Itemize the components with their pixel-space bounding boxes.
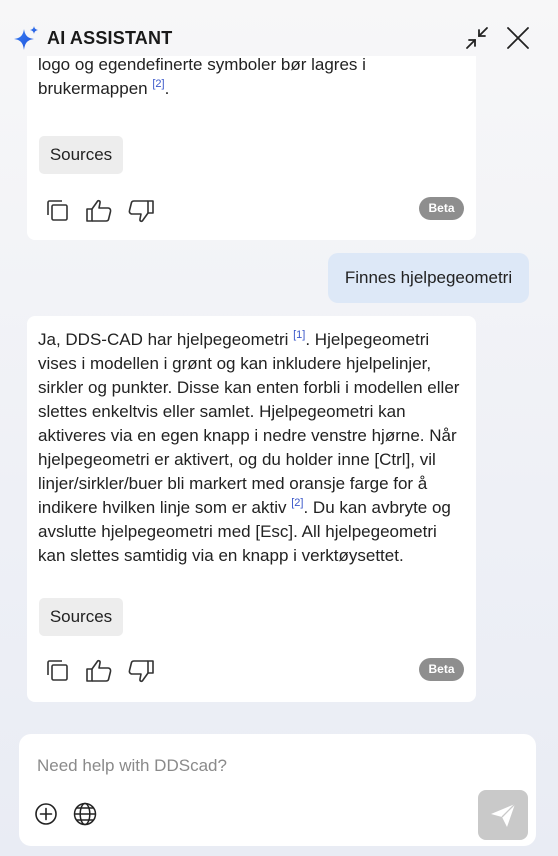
copy-button[interactable] bbox=[43, 196, 73, 226]
assistant-message: Ja, DDS-CAD har hjelpegeometri [1]. Hjel… bbox=[27, 316, 476, 702]
sources-button[interactable]: Sources bbox=[39, 598, 123, 636]
beta-badge: Beta bbox=[419, 197, 464, 220]
sources-button[interactable]: Sources bbox=[39, 136, 123, 174]
assistant-message: tittelblokkene bruke den nye logoen. Hus… bbox=[27, 56, 476, 240]
add-circle-icon bbox=[35, 803, 57, 825]
copy-button[interactable] bbox=[43, 656, 73, 686]
reference-link[interactable]: [1] bbox=[293, 329, 305, 341]
user-message: Finnes hjelpegeometri bbox=[328, 253, 529, 303]
beta-badge: Beta bbox=[419, 658, 464, 681]
thumbs-down-icon bbox=[128, 660, 154, 683]
composer bbox=[19, 734, 536, 846]
close-button[interactable] bbox=[502, 22, 534, 54]
message-input[interactable] bbox=[37, 752, 517, 780]
chat-history[interactable]: tittelblokkene bruke den nye logoen. Hus… bbox=[0, 56, 558, 728]
copy-icon bbox=[47, 200, 68, 221]
reference-link[interactable]: [2] bbox=[152, 78, 164, 90]
web-search-button[interactable] bbox=[72, 800, 100, 828]
message-text: tittelblokkene bruke den nye logoen. Hus… bbox=[38, 56, 366, 98]
sparkle-icon bbox=[14, 26, 38, 50]
thumbs-down-button[interactable] bbox=[126, 196, 156, 226]
reference-link[interactable]: [2] bbox=[291, 497, 303, 509]
close-icon bbox=[507, 27, 529, 49]
minimize-button[interactable] bbox=[461, 22, 493, 54]
thumbs-down-button[interactable] bbox=[126, 656, 156, 686]
collapse-icon bbox=[466, 27, 488, 49]
app-title: AI ASSISTANT bbox=[47, 28, 173, 48]
thumbs-up-button[interactable] bbox=[84, 656, 114, 686]
add-button[interactable] bbox=[34, 800, 62, 828]
send-icon bbox=[491, 803, 516, 827]
copy-icon bbox=[47, 660, 68, 681]
thumbs-up-button[interactable] bbox=[84, 196, 114, 226]
thumbs-up-icon bbox=[86, 199, 112, 222]
thumbs-up-icon bbox=[86, 659, 112, 682]
globe-icon bbox=[73, 802, 97, 826]
message-text: Ja, DDS-CAD har hjelpegeometri [1]. Hjel… bbox=[38, 329, 460, 566]
send-button[interactable] bbox=[478, 790, 528, 840]
thumbs-down-icon bbox=[128, 200, 154, 223]
